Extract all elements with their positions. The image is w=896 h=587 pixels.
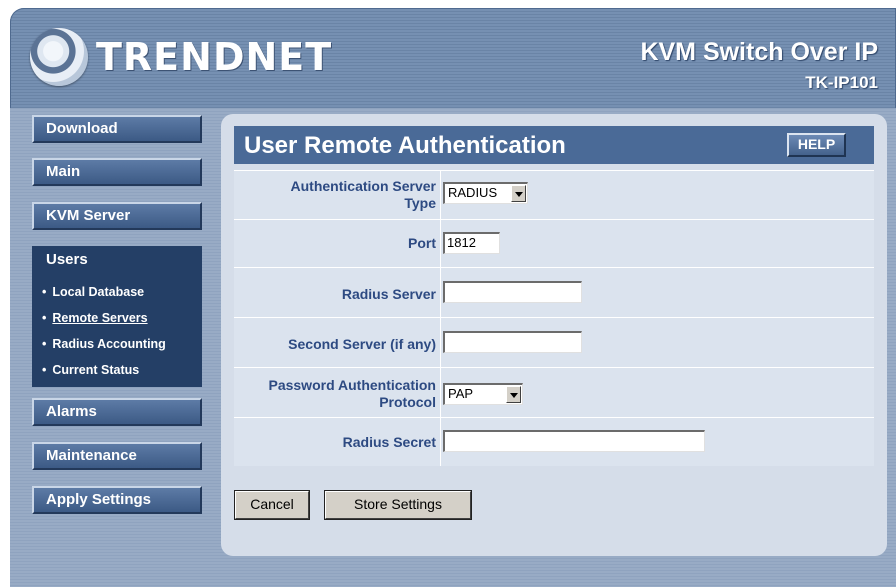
nav-download-button[interactable]: Download	[32, 115, 202, 143]
nav-apply-settings-button[interactable]: Apply Settings	[32, 486, 202, 514]
nav-main-button[interactable]: Main	[32, 158, 202, 186]
chevron-down-icon	[506, 386, 521, 403]
radius-secret-label: Radius Secret	[342, 434, 436, 450]
radius-secret-input[interactable]	[443, 430, 705, 452]
radius-server-input[interactable]	[443, 281, 582, 303]
nav-maintenance-button[interactable]: Maintenance	[32, 442, 202, 470]
password-protocol-select[interactable]: PAP	[443, 383, 523, 405]
auth-type-label: Authentication Server Type	[290, 178, 436, 211]
store-settings-button[interactable]: Store Settings	[324, 490, 472, 520]
row-password-protocol: Password Authentication Protocol	[234, 367, 874, 417]
second-server-label: Second Server (if any)	[288, 336, 436, 352]
port-input[interactable]: 1812	[443, 232, 500, 254]
password-protocol-label: Password Authentication Protocol	[268, 377, 436, 410]
cancel-button[interactable]: Cancel	[234, 490, 310, 520]
nav-alarms-button[interactable]: Alarms	[32, 398, 202, 426]
nav-kvm-server-button[interactable]: KVM Server	[32, 202, 202, 230]
help-button[interactable]: HELP	[787, 133, 846, 157]
users-submenu: • Local Database • Remote Servers • Radius …	[32, 276, 202, 387]
row-auth-server-type: Authentication Server Type	[234, 170, 874, 219]
port-label: Port	[408, 235, 436, 251]
submenu-local-database[interactable]: • Local Database	[42, 285, 144, 299]
logo-icon	[30, 28, 88, 86]
product-model: TK-IP101	[805, 73, 878, 92]
submenu-radius-accounting[interactable]: • Radius Accounting	[42, 337, 166, 351]
page-title: User Remote Authentication	[244, 132, 566, 159]
submenu-current-status[interactable]: • Current Status	[42, 363, 139, 377]
logo-text: TRENDNET	[96, 35, 333, 79]
nav-users-button[interactable]: Users	[32, 246, 202, 276]
auth-type-select[interactable]: RADIUS	[443, 182, 528, 204]
chevron-down-icon	[511, 185, 526, 202]
product-name: KVM Switch Over IP	[640, 38, 878, 66]
second-server-input[interactable]	[443, 331, 582, 353]
product-info: KVM Switch Over IP TK-IP101	[640, 38, 878, 94]
radius-server-label: Radius Server	[341, 286, 436, 302]
row-port: Port	[234, 219, 874, 267]
trendnet-logo: TRENDNET	[30, 28, 332, 86]
submenu-remote-servers[interactable]: • Remote Servers	[42, 311, 148, 325]
